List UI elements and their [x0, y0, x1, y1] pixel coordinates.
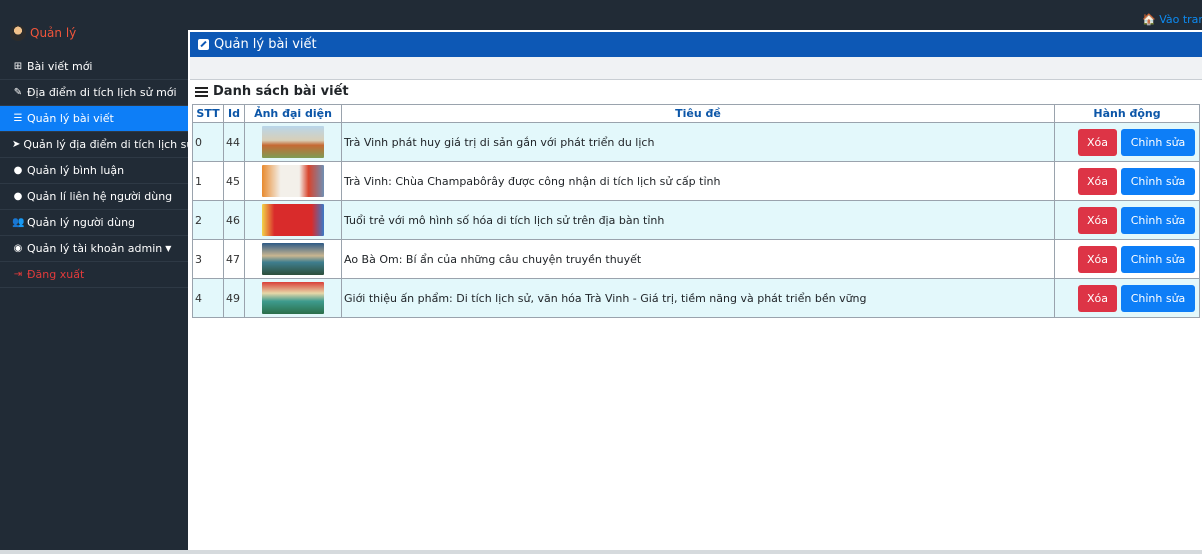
cell-actions: Xóa Chỉnh sửa: [1054, 239, 1200, 279]
cell-actions: Xóa Chỉnh sửa: [1054, 122, 1200, 162]
sidebar-item-manage-posts[interactable]: ☰ Quản lý bài viết: [0, 106, 188, 132]
list-icon: [195, 86, 208, 97]
edit-button[interactable]: Chỉnh sửa: [1121, 128, 1195, 156]
delete-button[interactable]: Xóa: [1078, 167, 1117, 195]
delete-button[interactable]: Xóa: [1078, 245, 1117, 273]
comment-icon: ●: [13, 165, 23, 176]
cell-stt: 4: [192, 278, 224, 318]
cell-thumbnail: [244, 278, 342, 318]
cell-thumbnail: [244, 161, 342, 201]
edit-button[interactable]: Chỉnh sửa: [1121, 167, 1195, 195]
sidebar-item-label: Quản lý người dùng: [27, 216, 136, 229]
cell-title: Giới thiệu ấn phẩm: Di tích lịch sử, văn…: [341, 278, 1055, 318]
cell-id: 44: [223, 122, 245, 162]
posts-table: STT Id Ảnh đại diện Tiêu đề Hành động 0 …: [192, 104, 1200, 318]
thumbnail-image: [262, 126, 324, 158]
sidebar-item-manage-comments[interactable]: ● Quản lý bình luận: [0, 158, 188, 184]
home-link[interactable]: 🏠 Vào trang web: [1142, 13, 1202, 26]
delete-button[interactable]: Xóa: [1078, 284, 1117, 312]
caret-down-icon: ▼: [165, 244, 172, 253]
table-row: 0 44 Trà Vinh phát huy giá trị di sản gắ…: [192, 122, 1200, 162]
sign-out-icon: ⇥: [13, 269, 23, 280]
cell-stt: 3: [192, 239, 224, 279]
sidebar-item-new-post[interactable]: ⊞ Bài viết mới: [0, 54, 188, 80]
list-title-label: Danh sách bài viết: [213, 84, 349, 99]
cell-title: Trà Vinh: Chùa Champabôrây được công nhậ…: [341, 161, 1055, 201]
sidebar-item-manage-users[interactable]: 👥 Quản lý người dùng: [0, 210, 188, 236]
sidebar-item-admin-account[interactable]: ◉ Quản lý tài khoản admin ▼: [0, 236, 188, 262]
cell-stt: 2: [192, 200, 224, 240]
cell-thumbnail: [244, 200, 342, 240]
col-actions: Hành động: [1054, 104, 1200, 123]
sidebar-item-label: Quản lý địa điểm di tích lịch sử: [23, 138, 188, 151]
avatar: [10, 25, 26, 41]
sidebar-item-label: Quản lý bài viết: [27, 112, 114, 125]
cell-thumbnail: [244, 239, 342, 279]
home-link-label: Vào trang web: [1159, 13, 1202, 26]
sidebar-item-new-site[interactable]: ✎ Địa điểm di tích lịch sử mới: [0, 80, 188, 106]
cell-actions: Xóa Chỉnh sửa: [1054, 161, 1200, 201]
sidebar-item-label: Địa điểm di tích lịch sử mới: [27, 86, 177, 99]
cell-actions: Xóa Chỉnh sửa: [1054, 200, 1200, 240]
list-icon: ☰: [13, 113, 23, 124]
sidebar-item-label: Bài viết mới: [27, 60, 93, 73]
cell-stt: 1: [192, 161, 224, 201]
thumbnail-image: [262, 282, 324, 314]
location-arrow-icon: ➤: [12, 139, 21, 150]
thumbnail-image: [262, 165, 324, 197]
sidebar: Quản lý ⊞ Bài viết mới ✎ Địa điểm di tíc…: [0, 0, 188, 554]
horizontal-scrollbar[interactable]: [0, 550, 1202, 554]
delete-button[interactable]: Xóa: [1078, 128, 1117, 156]
table-row: 3 47 Ao Bà Om: Bí ẩn của những câu chuyệ…: [192, 239, 1200, 279]
col-id: Id: [223, 104, 245, 123]
sidebar-item-label: Đăng xuất: [27, 268, 85, 281]
cell-id: 46: [223, 200, 245, 240]
edit-button[interactable]: Chỉnh sửa: [1121, 206, 1195, 234]
cell-id: 49: [223, 278, 245, 318]
cell-id: 45: [223, 161, 245, 201]
thumbnail-image: [262, 243, 324, 275]
cell-stt: 0: [192, 122, 224, 162]
brand-label: Quản lý: [30, 26, 77, 40]
edit-button[interactable]: Chỉnh sửa: [1121, 284, 1195, 312]
user-circle-icon: ◉: [13, 243, 23, 254]
table-row: 4 49 Giới thiệu ấn phẩm: Di tích lịch sử…: [192, 278, 1200, 318]
list-title: Danh sách bài viết: [195, 84, 349, 99]
cell-id: 47: [223, 239, 245, 279]
thumbnail-image: [262, 204, 324, 236]
cell-actions: Xóa Chỉnh sửa: [1054, 278, 1200, 318]
edit-icon: ✎: [13, 87, 23, 98]
sub-bar: [190, 57, 1202, 80]
table-header-row: STT Id Ảnh đại diện Tiêu đề Hành động: [192, 104, 1200, 123]
cell-thumbnail: [244, 122, 342, 162]
sidebar-item-label: Quản lý tài khoản admin: [27, 242, 163, 255]
page-title: Quản lý bài viết: [214, 37, 317, 52]
brand[interactable]: Quản lý: [10, 22, 76, 44]
col-stt: STT: [192, 104, 224, 123]
users-icon: 👥: [12, 217, 25, 228]
table-row: 2 46 Tuổi trẻ với mô hình số hóa di tích…: [192, 200, 1200, 240]
cell-title: Trà Vinh phát huy giá trị di sản gắn với…: [341, 122, 1055, 162]
page-header: Quản lý bài viết: [190, 32, 1202, 57]
col-title: Tiêu đề: [341, 104, 1055, 123]
sidebar-item-label: Quản lí liên hệ người dùng: [27, 190, 173, 203]
sidebar-item-label: Quản lý bình luận: [27, 164, 125, 177]
edit-button[interactable]: Chỉnh sửa: [1121, 245, 1195, 273]
cell-title: Ao Bà Om: Bí ẩn của những câu chuyện tru…: [341, 239, 1055, 279]
plus-square-icon: ⊞: [13, 61, 23, 72]
cell-title: Tuổi trẻ với mô hình số hóa di tích lịch…: [341, 200, 1055, 240]
sidebar-item-manage-contacts[interactable]: ● Quản lí liên hệ người dùng: [0, 184, 188, 210]
edit-icon: [198, 39, 209, 50]
sidebar-item-manage-sites[interactable]: ➤ Quản lý địa điểm di tích lịch sử: [0, 132, 188, 158]
sidebar-item-logout[interactable]: ⇥ Đăng xuất: [0, 262, 188, 288]
col-thumbnail: Ảnh đại diện: [244, 104, 342, 123]
comment-icon: ●: [13, 191, 23, 202]
table-row: 1 45 Trà Vinh: Chùa Champabôrây được côn…: [192, 161, 1200, 201]
delete-button[interactable]: Xóa: [1078, 206, 1117, 234]
